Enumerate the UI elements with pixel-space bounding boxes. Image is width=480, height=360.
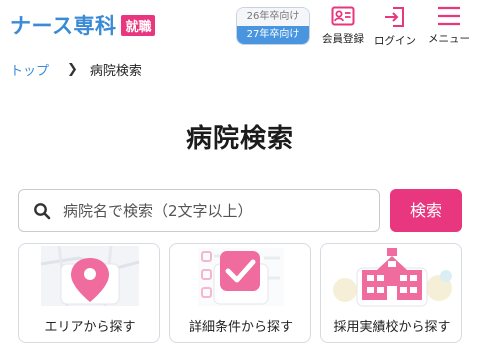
search-icon [34, 202, 51, 219]
site-logo[interactable]: ナース専科 就職 [10, 10, 156, 40]
menu-button[interactable]: メニュー [420, 6, 478, 46]
hamburger-menu-icon [438, 6, 460, 26]
area-search-label: エリアから探す [44, 320, 136, 335]
page-title: 病院検索 [185, 124, 294, 154]
member-card-icon [331, 6, 355, 26]
breadcrumb-home-link[interactable]: トップ [10, 60, 49, 79]
area-search-card[interactable]: エリアから探す [18, 243, 160, 343]
graduation-year-toggle: 26年卒向け 27年卒向け [236, 7, 310, 45]
detail-search-label: 詳細条件から探す [188, 320, 293, 335]
login-button[interactable]: ログイン [366, 6, 424, 48]
logo-text: ナース専科 [10, 14, 117, 38]
search-button[interactable]: 検索 [390, 189, 462, 232]
school-icon [333, 248, 452, 307]
map-pin-icon [40, 245, 140, 307]
chevron-right-icon: ❯ [67, 62, 78, 77]
school-search-label: 採用実績校から探す [333, 320, 451, 335]
breadcrumb: トップ ❯ 病院検索 [10, 60, 142, 79]
register-label: 会員登録 [322, 33, 364, 45]
search-box [18, 189, 380, 232]
login-icon [385, 7, 404, 27]
logo-badge: 就職 [121, 14, 156, 36]
hospital-search-input[interactable] [63, 201, 353, 220]
breadcrumb-current: 病院検索 [89, 64, 142, 79]
site-header: ナース専科 就職 26年卒向け 27年卒向け 会員登録 ログイン メニュー [0, 0, 480, 52]
login-label: ログイン [374, 35, 416, 47]
menu-label: メニュー [428, 33, 470, 45]
detail-search-card[interactable]: 詳細条件から探す [169, 243, 311, 343]
school-search-card[interactable]: 採用実績校から探す [320, 243, 462, 343]
register-button[interactable]: 会員登録 [314, 6, 372, 46]
checkbox-icon [198, 248, 284, 306]
year-option-26[interactable]: 26年卒向け [237, 8, 309, 26]
year-option-27[interactable]: 27年卒向け [237, 26, 309, 44]
